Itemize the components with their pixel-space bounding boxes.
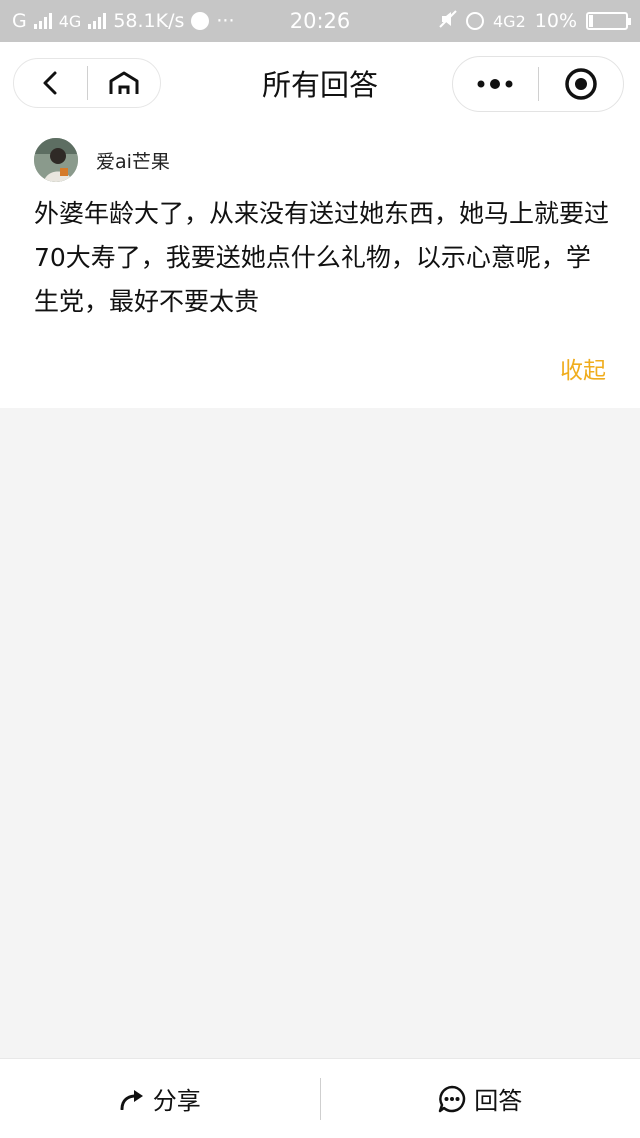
username[interactable]: 爱ai芒果 [96,147,170,174]
carrier-label: G [12,10,27,32]
battery-icon [586,12,631,30]
status-bar: G 4G 58.1K/s ··· 20:26 4G2 10% [0,0,640,42]
network-speed: 58.1K/s [113,10,185,32]
question-card: 爱ai芒果 外婆年龄大了，从来没有送过她东西，她马上就要过70大寿了，我要送她点… [0,130,640,408]
signal-icon [33,13,52,29]
app-notification-icon [191,12,210,30]
share-button[interactable]: 分享 [0,1059,320,1138]
nav-capsule-right [452,56,624,112]
battery-percent: 10% [534,10,577,32]
avatar[interactable] [34,138,78,182]
signal-icon-2 [88,13,107,29]
answer-button[interactable]: 回答 [321,1059,640,1138]
status-left: G 4G 58.1K/s ··· [12,10,260,32]
answer-label: 回答 [474,1087,523,1115]
back-button[interactable] [14,59,87,107]
more-notifications: ··· [216,10,235,32]
status-right: 4G2 10% [380,9,631,33]
nav-header: 所有回答 [0,42,640,130]
target-circle-icon [565,68,597,100]
more-button[interactable] [453,57,538,111]
nav-capsule-left [13,58,161,108]
chat-bubble-icon [439,1085,466,1112]
share-label: 分享 [152,1087,201,1115]
network-type-label-2: 4G2 [493,11,526,31]
status-time: 20:26 [289,9,351,33]
more-dots-icon [477,79,513,89]
alarm-icon [466,12,484,30]
mute-icon [439,9,457,33]
home-button[interactable] [88,59,161,107]
bottom-action-bar: 分享 回答 [0,1058,640,1138]
network-type-label: 4G [58,11,82,31]
question-text: 外婆年龄大了，从来没有送过她东西，她马上就要过70大寿了，我要送她点什么礼物，以… [34,199,610,316]
close-miniprogram-button[interactable] [539,57,624,111]
home-icon [109,71,139,94]
back-arrow-icon [43,71,57,95]
share-arrow-icon [120,1089,143,1110]
collapse-link[interactable]: 收起 [560,351,606,385]
